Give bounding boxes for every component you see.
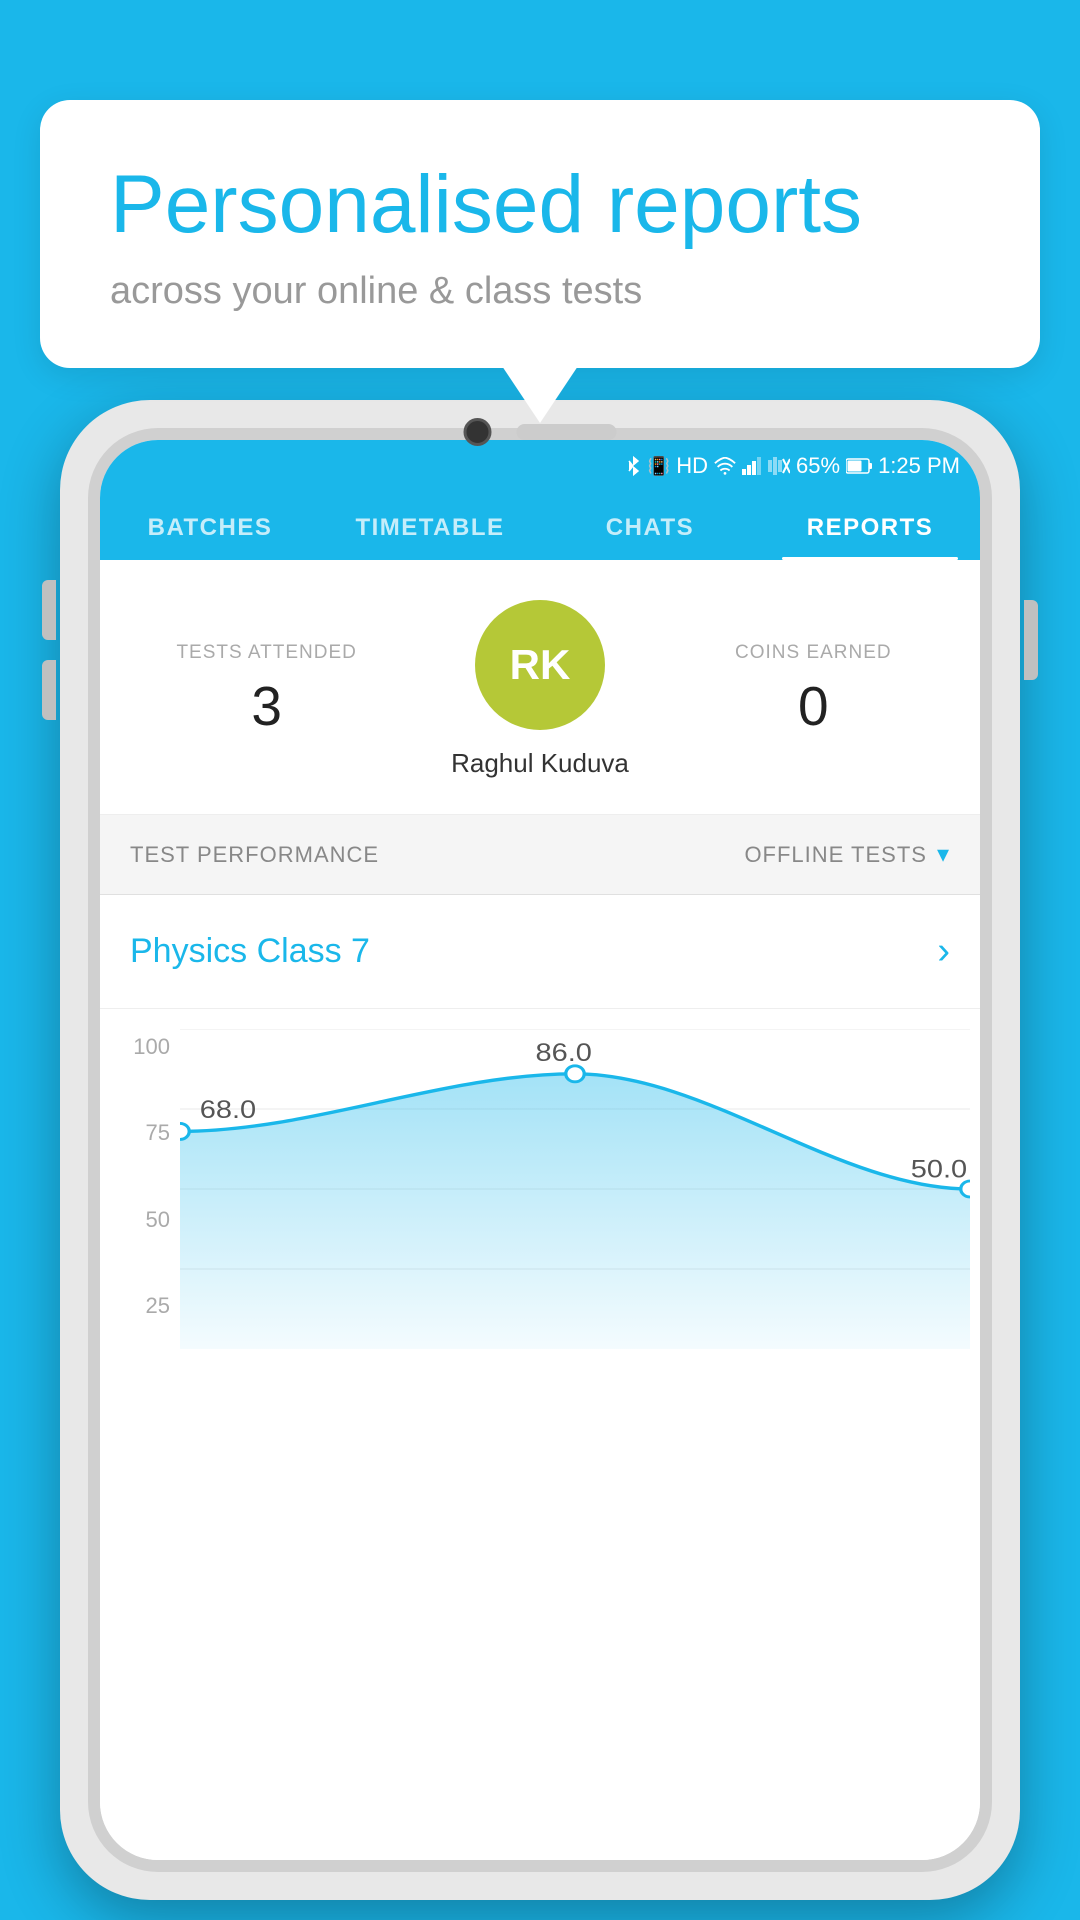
tab-batches[interactable]: BATCHES	[100, 492, 320, 560]
signal-icon	[742, 457, 762, 475]
chart-fill	[180, 1074, 970, 1349]
speech-bubble-container: Personalised reports across your online …	[40, 100, 1040, 368]
power-button	[1024, 600, 1038, 680]
chart-svg-container: 68.0 86.0 50.0	[180, 1029, 970, 1349]
tests-attended-label: TESTS ATTENDED	[130, 642, 403, 664]
user-name: Raghul Kuduva	[451, 748, 629, 779]
status-bar: 📳 HD	[100, 440, 980, 492]
chevron-down-icon: ▾	[937, 840, 950, 869]
chart-y-labels: 100 75 50 25	[110, 1029, 180, 1349]
data-label-2: 86.0	[536, 1038, 592, 1067]
chart-area: 100 75 50 25	[110, 1029, 970, 1349]
tab-timetable[interactable]: TIMETABLE	[320, 492, 540, 560]
volume-up-button	[42, 580, 56, 640]
chevron-right-icon: ›	[937, 930, 950, 973]
bubble-subtitle: across your online & class tests	[110, 270, 970, 313]
data-point-1	[180, 1123, 189, 1139]
chart-svg: 68.0 86.0 50.0	[180, 1029, 970, 1349]
data-point-3	[961, 1181, 970, 1197]
physics-class-row[interactable]: Physics Class 7 ›	[100, 895, 980, 1009]
phone-outer: 📳 HD	[60, 400, 1020, 1900]
data-label-3: 50.0	[911, 1154, 967, 1183]
battery-icon	[846, 458, 872, 474]
coins-earned-value: 0	[677, 674, 950, 738]
wifi-icon	[714, 457, 736, 475]
tab-reports[interactable]: REPORTS	[760, 492, 980, 560]
avatar-initials: RK	[510, 641, 571, 689]
physics-class-title: Physics Class 7	[130, 932, 370, 971]
avatar: RK	[475, 600, 605, 730]
tests-attended-value: 3	[130, 674, 403, 738]
phone-frame: 📳 HD	[60, 400, 1020, 1900]
coins-earned-label: COINS EARNED	[677, 642, 950, 664]
test-performance-header: TEST PERFORMANCE OFFLINE TESTS ▾	[100, 815, 980, 895]
avatar-block: RK Raghul Kuduva	[403, 600, 676, 779]
camera	[464, 418, 492, 446]
bubble-title: Personalised reports	[110, 160, 970, 250]
y-label-25: 25	[120, 1293, 170, 1319]
battery-percent: 65%	[796, 453, 840, 479]
chart-section: 100 75 50 25	[100, 1009, 980, 1860]
speech-bubble: Personalised reports across your online …	[40, 100, 1040, 368]
time-display: 1:25 PM	[878, 453, 960, 479]
phone-top-bar	[464, 418, 617, 446]
speaker	[517, 424, 617, 440]
y-label-100: 100	[120, 1034, 170, 1060]
status-icons: 📳 HD	[624, 453, 960, 479]
tab-chats[interactable]: CHATS	[540, 492, 760, 560]
nav-tabs: BATCHES TIMETABLE CHATS REPORTS	[100, 492, 980, 560]
user-stats-section: TESTS ATTENDED 3 RK Raghul Kuduva COINS …	[100, 560, 980, 815]
data-label-1: 68.0	[200, 1095, 256, 1124]
filter-label: OFFLINE TESTS	[744, 842, 927, 868]
data-point-2	[566, 1066, 584, 1082]
mute-icon	[768, 457, 790, 475]
vibrate-icon: 📳	[648, 456, 670, 477]
offline-tests-filter[interactable]: OFFLINE TESTS ▾	[744, 840, 950, 869]
volume-down-button	[42, 660, 56, 720]
tests-attended-block: TESTS ATTENDED 3	[130, 642, 403, 738]
y-label-50: 50	[120, 1207, 170, 1233]
y-label-75: 75	[120, 1120, 170, 1146]
phone-screen: 📳 HD	[100, 440, 980, 1860]
phone-inner: 📳 HD	[88, 428, 992, 1872]
screen-content: TESTS ATTENDED 3 RK Raghul Kuduva COINS …	[100, 560, 980, 1860]
bluetooth-icon	[624, 455, 642, 477]
hd-indicator: HD	[676, 453, 708, 479]
coins-earned-block: COINS EARNED 0	[677, 642, 950, 738]
test-performance-label: TEST PERFORMANCE	[130, 842, 379, 868]
